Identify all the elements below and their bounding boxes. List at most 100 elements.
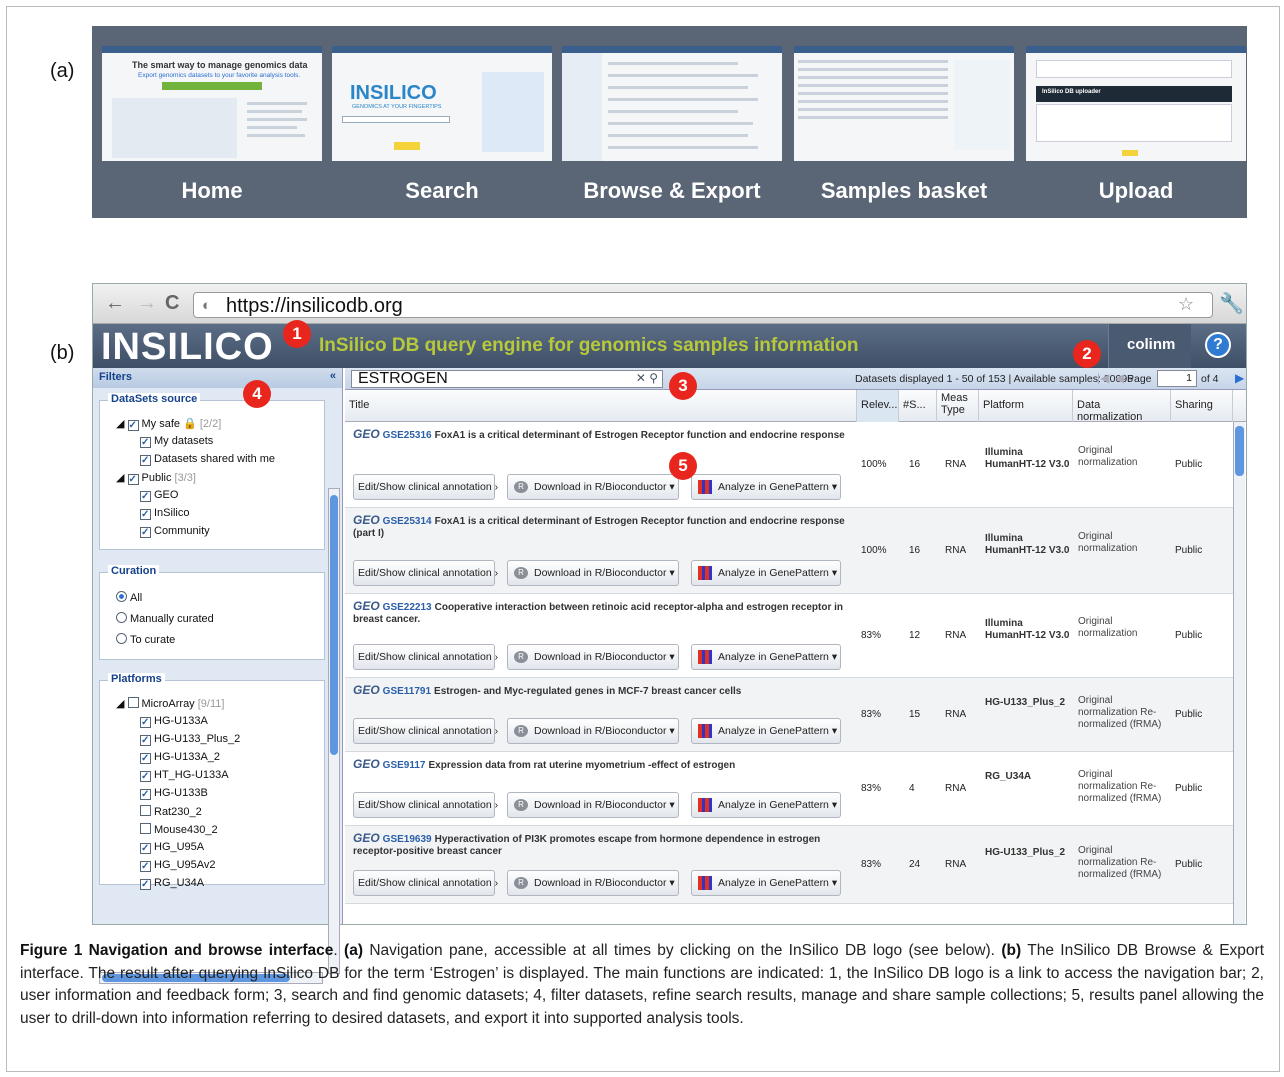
- dataset-title[interactable]: GEO GSE22213 Cooperative interaction betwe…: [353, 600, 853, 626]
- upload-thumbnail[interactable]: InSilico DB uploader: [1026, 46, 1246, 161]
- result-row[interactable]: GEO GSE19639 Hyperactivation of PI3K promo…: [345, 826, 1233, 904]
- platform-filter-item[interactable]: ✓ HG_U95A: [140, 841, 204, 854]
- download-r-button[interactable]: R Download in R/Bioconductor ▾: [507, 718, 679, 744]
- home-thumbnail[interactable]: The smart way to manage genomics data Ex…: [102, 46, 322, 161]
- analyze-genepattern-button[interactable]: Analyze in GenePattern ▾: [691, 718, 841, 744]
- reload-icon[interactable]: C: [165, 292, 179, 315]
- analyze-genepattern-button[interactable]: Analyze in GenePattern ▾: [691, 870, 841, 896]
- prev-page-icon[interactable]: ◀: [1115, 371, 1124, 385]
- forward-icon[interactable]: →: [137, 292, 157, 315]
- curation-all[interactable]: All: [116, 591, 142, 604]
- dataset-title[interactable]: GEO GSE19639 Hyperactivation of PI3K promo…: [353, 832, 853, 858]
- curation-manual[interactable]: Manually curated: [116, 612, 214, 625]
- dataset-title[interactable]: GEO GSE9117 Expression data from rat uteri…: [353, 758, 853, 772]
- platform-filter-item[interactable]: ✓ HG-U133_Plus_2: [140, 733, 240, 746]
- nav-label-upload[interactable]: Upload: [1026, 178, 1246, 204]
- platform-filter-item[interactable]: ✓ HG-U133A_2: [140, 751, 220, 764]
- download-r-button[interactable]: R Download in R/Bioconductor ▾: [507, 474, 679, 500]
- filter-geo[interactable]: ✓ GEO: [140, 489, 178, 502]
- page-input[interactable]: 1: [1157, 370, 1197, 387]
- insilico-logo[interactable]: INSILICO: [101, 326, 274, 369]
- url-bar[interactable]: ◐ https://insilicodb.org: [193, 292, 1213, 318]
- edit-annotation-button[interactable]: Edit/Show clinical annotation ›: [353, 870, 498, 896]
- edit-annotation-button[interactable]: Edit/Show clinical annotation ›: [353, 644, 498, 670]
- dataset-title[interactable]: GEO GSE25314 FoxA1 is a critical determina…: [353, 514, 853, 540]
- col-relevance[interactable]: Relev...: [857, 390, 899, 422]
- result-row[interactable]: GEO GSE9117 Expression data from rat uteri…: [345, 752, 1233, 826]
- edit-annotation-button[interactable]: Edit/Show clinical annotation ›: [353, 792, 498, 818]
- dataset-accession[interactable]: GSE25314: [383, 516, 432, 527]
- analyze-genepattern-button[interactable]: Analyze in GenePattern ▾: [691, 792, 841, 818]
- platform-value: Illumina HumanHT-12 V3.0: [985, 618, 1070, 641]
- collapse-icon[interactable]: «: [330, 370, 336, 382]
- first-page-icon[interactable]: |◀: [1097, 371, 1109, 385]
- filters-header: Filters «: [93, 368, 342, 388]
- curation-to-curate[interactable]: To curate: [116, 633, 175, 646]
- col-platform[interactable]: Platform: [979, 390, 1073, 422]
- results-scrollbar[interactable]: [1233, 422, 1245, 924]
- dataset-accession[interactable]: GSE19639: [383, 834, 432, 845]
- star-icon[interactable]: ☆: [1178, 294, 1194, 315]
- platform-filter-item[interactable]: Rat230_2: [140, 805, 202, 818]
- edit-annotation-button[interactable]: Edit/Show clinical annotation ›: [353, 718, 498, 744]
- analyze-genepattern-button[interactable]: Analyze in GenePattern ▾: [691, 560, 841, 586]
- col-normalization[interactable]: Data normalization: [1073, 390, 1171, 423]
- filter-my-safe[interactable]: ◢ ✓ My safe 🔒 [2/2]: [116, 417, 221, 431]
- col-meas-type[interactable]: Meas Type: [937, 390, 979, 422]
- wrench-icon[interactable]: 🔧: [1219, 291, 1244, 316]
- platform-filter-item[interactable]: ✓ HG_U95Av2: [140, 859, 216, 872]
- dataset-accession[interactable]: GSE11791: [383, 686, 431, 697]
- help-icon[interactable]: ?: [1205, 332, 1231, 358]
- platform-filter-item[interactable]: ✓ HG-U133A: [140, 715, 208, 728]
- platform-filter-item[interactable]: ✓ HG-U133B: [140, 787, 208, 800]
- analyze-genepattern-button[interactable]: Analyze in GenePattern ▾: [691, 474, 841, 500]
- back-icon[interactable]: ←: [105, 292, 125, 315]
- search-input[interactable]: ESTROGEN ✕ ⚲: [351, 370, 663, 388]
- platforms-title: Platforms: [108, 673, 165, 685]
- platform-filter-item[interactable]: ✓ HT_HG-U133A: [140, 769, 229, 782]
- col-title[interactable]: Title: [345, 390, 857, 422]
- dataset-title[interactable]: GEO GSE11791 Estrogen- and Myc-regulated g…: [353, 684, 853, 698]
- caption-a: Navigation pane, accessible at all times…: [369, 942, 995, 959]
- edit-annotation-button[interactable]: Edit/Show clinical annotation ›: [353, 560, 498, 586]
- next-page-icon[interactable]: ▶: [1235, 371, 1244, 385]
- download-r-button[interactable]: R Download in R/Bioconductor ▾: [507, 644, 679, 670]
- user-box[interactable]: colinm: [1108, 324, 1191, 368]
- dataset-accession[interactable]: GSE22213: [383, 602, 432, 613]
- nav-label-search[interactable]: Search: [332, 178, 552, 204]
- nav-label-browse[interactable]: Browse & Export: [562, 178, 782, 204]
- filter-insilico[interactable]: ✓ InSilico: [140, 507, 189, 520]
- result-row[interactable]: GEO GSE11791 Estrogen- and Myc-regulated g…: [345, 678, 1233, 752]
- platform-filter-item[interactable]: ✓ RG_U34A: [140, 877, 204, 890]
- download-r-button[interactable]: R Download in R/Bioconductor ▾: [507, 870, 679, 896]
- filter-public[interactable]: ◢ ✓ Public [3/3]: [116, 471, 196, 485]
- result-row[interactable]: GEO GSE25314 FoxA1 is a critical determina…: [345, 508, 1233, 594]
- download-r-button[interactable]: R Download in R/Bioconductor ▾: [507, 792, 679, 818]
- filters-vertical-scrollbar[interactable]: [328, 488, 340, 974]
- filter-microarray[interactable]: ◢ MicroArray [9/11]: [116, 697, 224, 710]
- col-samples[interactable]: #S...: [899, 390, 937, 422]
- dataset-title[interactable]: GEO GSE25316 FoxA1 is a critical determina…: [353, 428, 853, 442]
- filter-community[interactable]: ✓ Community: [140, 525, 210, 538]
- platform-filter-item[interactable]: Mouse430_2: [140, 823, 218, 836]
- dataset-accession[interactable]: GSE25316: [383, 430, 432, 441]
- filter-shared[interactable]: ✓ Datasets shared with me: [140, 453, 275, 466]
- search-icon[interactable]: ✕ ⚲: [636, 371, 658, 385]
- browse-thumbnail[interactable]: [562, 46, 782, 161]
- download-r-button[interactable]: R Download in R/Bioconductor ▾: [507, 560, 679, 586]
- analyze-genepattern-button[interactable]: Analyze in GenePattern ▾: [691, 644, 841, 670]
- result-row[interactable]: GEO GSE22213 Cooperative interaction betwe…: [345, 594, 1233, 678]
- search-thumb-tagline: GENOMICS AT YOUR FINGERTIPS: [352, 104, 442, 110]
- result-row[interactable]: GEO GSE25316 FoxA1 is a critical determina…: [345, 422, 1233, 508]
- meas-type-value: RNA: [945, 709, 967, 720]
- username: colinm: [1127, 336, 1176, 353]
- search-thumbnail[interactable]: INSILICO GENOMICS AT YOUR FINGERTIPS: [332, 46, 552, 161]
- genepattern-icon: [698, 724, 712, 738]
- col-sharing[interactable]: Sharing: [1171, 390, 1233, 422]
- basket-thumbnail[interactable]: [794, 46, 1014, 161]
- edit-annotation-button[interactable]: Edit/Show clinical annotation ›: [353, 474, 498, 500]
- nav-label-basket[interactable]: Samples basket: [794, 178, 1014, 204]
- nav-label-home[interactable]: Home: [102, 178, 322, 204]
- filter-my-datasets[interactable]: ✓ My datasets: [140, 435, 213, 448]
- dataset-accession[interactable]: GSE9117: [383, 760, 426, 771]
